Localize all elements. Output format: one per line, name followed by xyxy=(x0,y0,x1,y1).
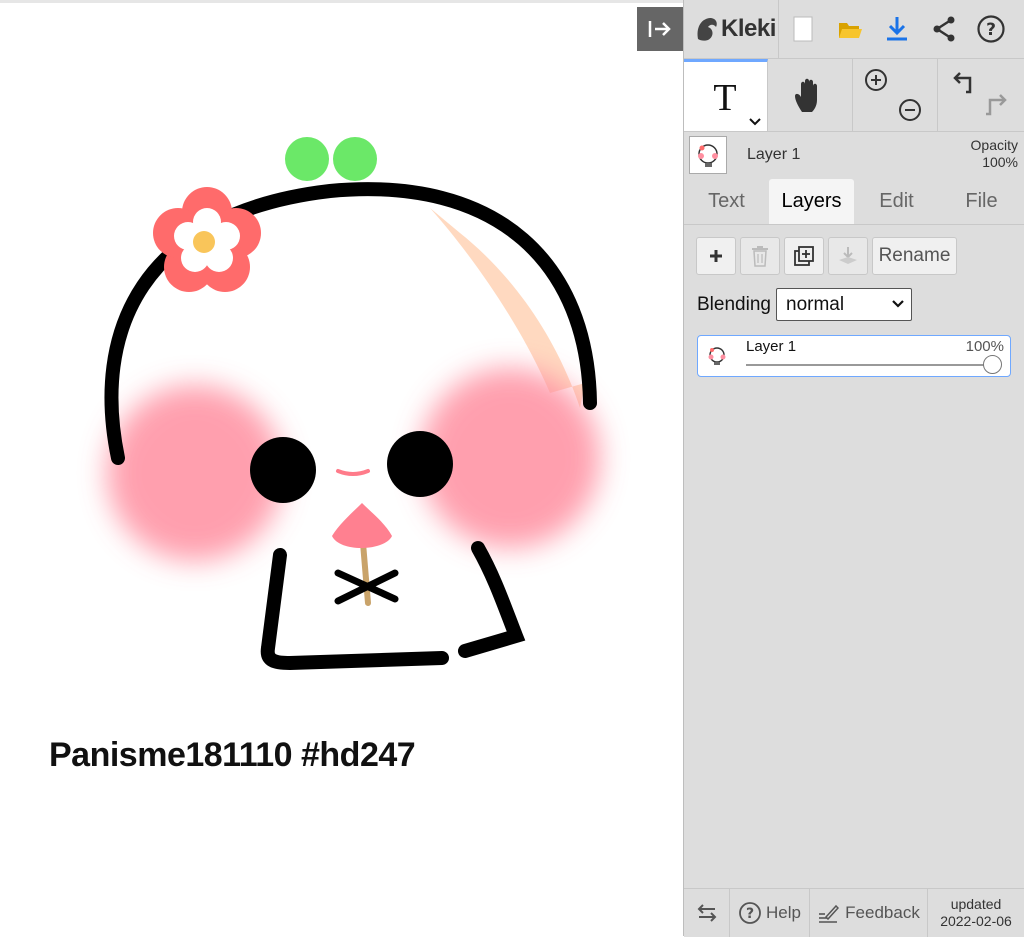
hand-icon xyxy=(795,78,817,112)
help-circle-icon: ? xyxy=(739,902,761,924)
swap-side-button[interactable] xyxy=(684,889,730,937)
rename-layer-button[interactable]: Rename xyxy=(872,237,957,275)
open-file-button[interactable] xyxy=(826,0,873,58)
brand-name: Kleki xyxy=(721,15,776,42)
help-label: Help xyxy=(766,903,801,922)
duplicate-layer-button[interactable] xyxy=(784,237,824,275)
tab-text[interactable]: Text xyxy=(684,179,769,224)
open-folder-icon xyxy=(838,23,862,38)
arrow-right-to-bar-icon xyxy=(648,21,671,37)
add-layer-button[interactable] xyxy=(696,237,736,275)
undo-redo-icons xyxy=(953,72,1007,116)
zoom-buttons xyxy=(853,59,938,131)
layer-item-name: Layer 1 xyxy=(746,338,797,355)
layer-thumbnail[interactable] xyxy=(689,136,727,174)
top-bar: Kleki ? xyxy=(684,0,1024,59)
tab-layers[interactable]: Layers xyxy=(769,179,854,224)
current-layer-name: Layer 1 xyxy=(747,146,801,163)
chevron-down-icon xyxy=(892,300,904,308)
tab-edit[interactable]: Edit xyxy=(854,179,939,224)
redo-icon xyxy=(986,94,1007,116)
text-tool-button[interactable]: T xyxy=(684,59,768,131)
svg-text:?: ? xyxy=(986,20,996,40)
drawing-canvas[interactable] xyxy=(0,3,683,939)
opacity-label: Opacity xyxy=(970,137,1018,153)
layer-opacity-slider-handle[interactable] xyxy=(983,355,1002,374)
svg-text:T: T xyxy=(713,79,736,115)
feedback-label: Feedback xyxy=(845,903,920,922)
canvas-caption: Panisme181110 #hd247 xyxy=(49,736,416,774)
sidebar: Kleki ? T Layer 1 Opacity 100% Text Laye… xyxy=(683,0,1024,937)
zoom-in-icon xyxy=(865,69,887,91)
feedback-button[interactable]: Feedback xyxy=(810,889,928,937)
layer-list-item[interactable]: Layer 1 100% xyxy=(697,335,1011,377)
download-button[interactable] xyxy=(873,0,920,58)
hand-tool-button[interactable] xyxy=(768,59,853,131)
delete-layer-button[interactable] xyxy=(740,237,780,275)
new-file-icon xyxy=(793,16,812,42)
blending-value: normal xyxy=(786,293,845,315)
help-footer-button[interactable]: ? Help xyxy=(730,889,810,937)
current-layer-opacity: Opacity 100% xyxy=(971,137,1018,171)
chevron-down-icon[interactable] xyxy=(748,117,762,127)
updated-info: updated 2022-02-06 xyxy=(928,889,1024,937)
layers-panel: Rename Blending normal Layer 1 100% xyxy=(684,225,1024,885)
sprout-leaf-left xyxy=(285,137,329,181)
tool-row: T xyxy=(684,59,1024,132)
help-button[interactable]: ? xyxy=(967,0,1014,58)
swap-arrows-icon xyxy=(697,904,716,922)
zoom-icons xyxy=(865,69,921,121)
sprout-leaf-right xyxy=(333,137,377,181)
left-eye xyxy=(250,437,316,503)
flower-icon xyxy=(153,187,261,292)
new-file-button[interactable] xyxy=(779,0,826,58)
blending-select[interactable]: normal xyxy=(776,288,912,321)
updated-label: updated xyxy=(950,896,1002,912)
rename-label: Rename xyxy=(878,245,951,266)
sidebar-footer: ? Help Feedback updated 2022-02-06 xyxy=(684,888,1024,937)
layer-opacity-slider-track[interactable] xyxy=(746,364,990,366)
right-eye xyxy=(387,431,453,497)
trash-icon xyxy=(752,246,768,267)
undo-redo-buttons xyxy=(938,59,1024,131)
merge-down-icon xyxy=(839,247,857,264)
download-icon xyxy=(886,17,907,41)
canvas-area[interactable]: Panisme181110 #hd247 xyxy=(0,0,683,936)
help-circle-icon: ? xyxy=(976,15,1005,43)
tab-bar: Text Layers Edit File xyxy=(684,179,1024,225)
tab-file[interactable]: File xyxy=(939,179,1024,224)
svg-text:?: ? xyxy=(746,906,754,922)
blending-label: Blending xyxy=(697,294,771,315)
merge-down-button[interactable] xyxy=(828,237,868,275)
layer-item-opacity: 100% xyxy=(965,338,1004,355)
plus-icon xyxy=(710,250,722,262)
updated-date: 2022-02-06 xyxy=(940,913,1012,929)
zoom-out-icon xyxy=(899,99,921,121)
duplicate-icon xyxy=(794,246,814,266)
share-icon xyxy=(933,16,954,42)
opacity-value: 100% xyxy=(982,154,1018,170)
feedback-pen-icon xyxy=(819,904,840,923)
collapse-sidebar-button[interactable] xyxy=(637,7,683,51)
undo-icon xyxy=(953,72,972,94)
text-tool-icon: T xyxy=(713,79,736,115)
layer-item-thumbnail xyxy=(703,342,731,370)
share-button[interactable] xyxy=(920,0,967,58)
kleki-bird-icon xyxy=(697,18,717,41)
current-layer-header: Layer 1 Opacity 100% xyxy=(684,131,1024,179)
kleki-logo[interactable]: Kleki xyxy=(684,0,779,58)
